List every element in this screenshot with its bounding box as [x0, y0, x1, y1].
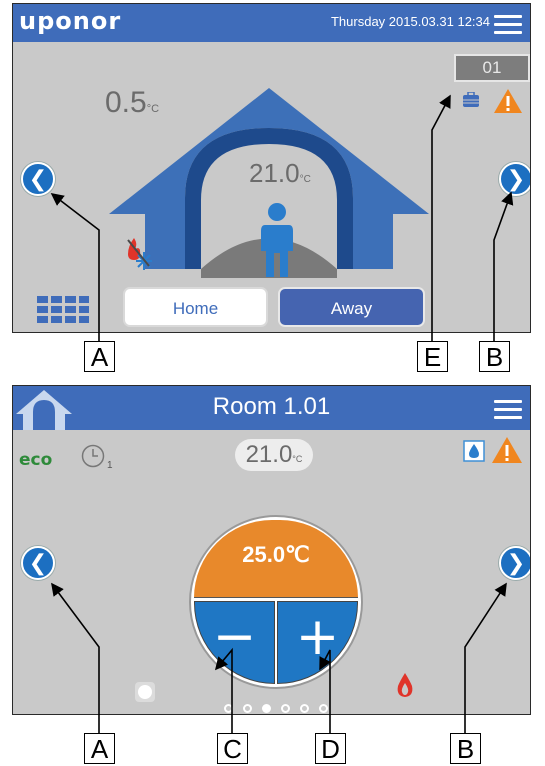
callout-label-a: A — [84, 341, 115, 372]
callout-label-b: B — [450, 733, 481, 764]
callout-lines — [50, 94, 514, 733]
callout-label-b: B — [479, 341, 510, 372]
callout-label-d: D — [315, 733, 346, 764]
callout-label-a: A — [84, 733, 115, 764]
callout-label-e: E — [417, 341, 448, 372]
callout-label-c: C — [217, 733, 248, 764]
